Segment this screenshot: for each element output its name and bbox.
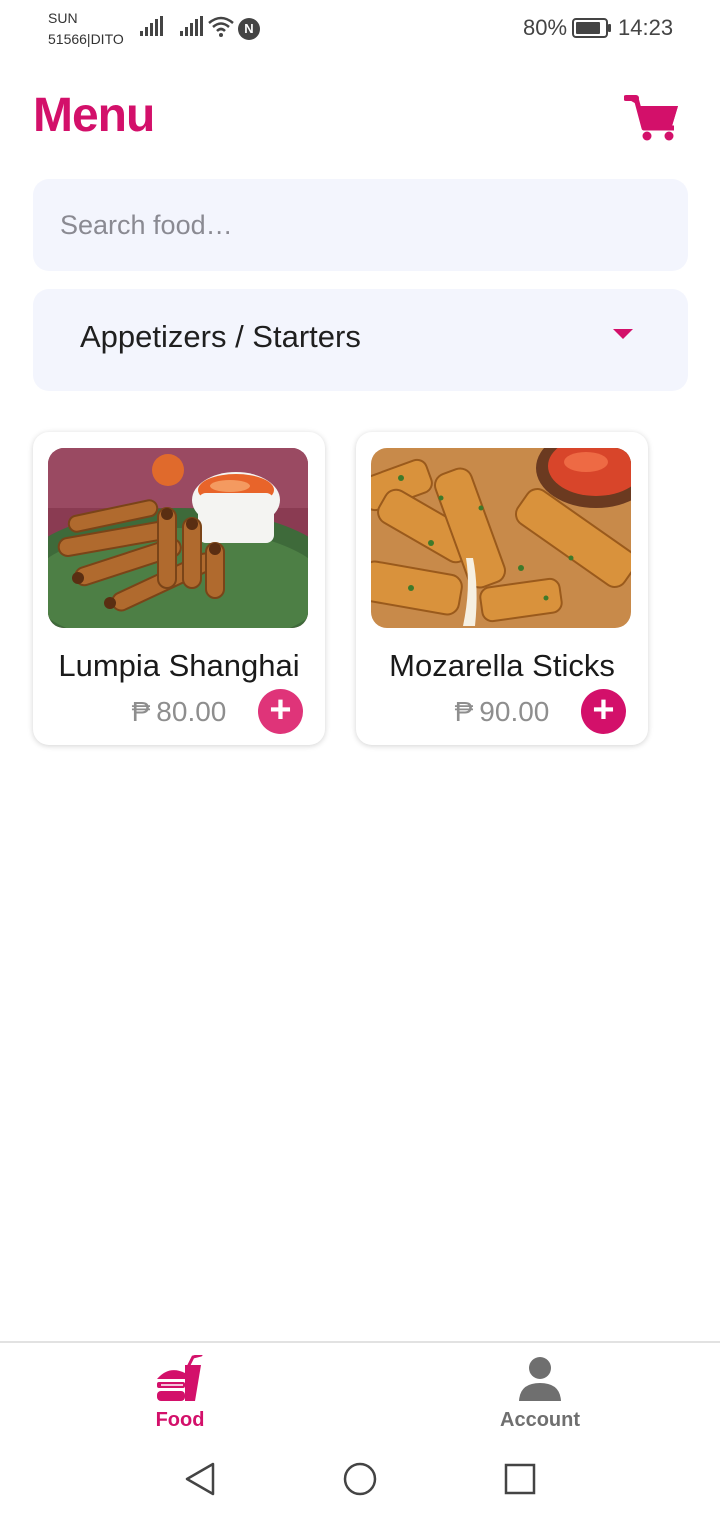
food-card-lumpia-shanghai[interactable]: Lumpia Shanghai ₱ 80.00 + xyxy=(33,432,325,745)
back-triangle-icon[interactable] xyxy=(184,1461,216,1497)
category-select[interactable]: Appetizers / Starters xyxy=(33,289,688,391)
battery-icon xyxy=(572,18,611,38)
food-image-lumpia xyxy=(48,448,308,628)
clock: 14:23 xyxy=(618,15,674,40)
battery-percent: 80% xyxy=(523,15,568,40)
food-card-mozarella-sticks[interactable]: Mozarella Sticks ₱ 90.00 + xyxy=(356,432,648,745)
food-name: Mozarella Sticks xyxy=(389,648,615,683)
food-icon xyxy=(157,1355,203,1401)
food-image-mozarella xyxy=(371,448,631,628)
add-to-cart-button[interactable]: + xyxy=(581,689,626,734)
currency-symbol: ₱ xyxy=(131,696,151,727)
signal-icon xyxy=(140,16,163,36)
carrier-name: SUN xyxy=(48,10,78,26)
category-selected-label: Appetizers / Starters xyxy=(80,319,361,354)
price-value: 80.00 xyxy=(156,696,227,727)
currency-symbol: ₱ xyxy=(454,696,474,727)
carrier-info: SUN 51566|DITO xyxy=(48,8,124,50)
bottom-navigation: Food Account xyxy=(0,1341,720,1441)
nav-label-account: Account xyxy=(500,1409,580,1431)
add-to-cart-button[interactable]: + xyxy=(258,689,303,734)
recents-square-icon[interactable] xyxy=(504,1461,536,1497)
price-value: 90.00 xyxy=(479,696,550,727)
carrier-network: 51566|DITO xyxy=(48,31,124,47)
caret-down-icon xyxy=(613,329,633,339)
shopping-cart-icon[interactable] xyxy=(624,94,680,142)
home-circle-icon[interactable] xyxy=(342,1461,378,1497)
status-bar: SUN 51566|DITO N 80% 14:23 xyxy=(0,0,720,56)
person-icon xyxy=(519,1357,561,1401)
wifi-icon xyxy=(208,16,234,37)
page-title: Menu xyxy=(33,89,155,142)
food-name: Lumpia Shanghai xyxy=(58,648,300,683)
nfc-icon: N xyxy=(238,18,260,40)
nav-label-food: Food xyxy=(155,1409,205,1431)
nav-item-food[interactable]: Food xyxy=(90,1355,270,1432)
nav-item-account[interactable]: Account xyxy=(450,1355,630,1432)
system-navigation-bar xyxy=(0,1445,720,1520)
signal-icon-2 xyxy=(180,16,203,36)
search-input[interactable] xyxy=(33,179,688,271)
